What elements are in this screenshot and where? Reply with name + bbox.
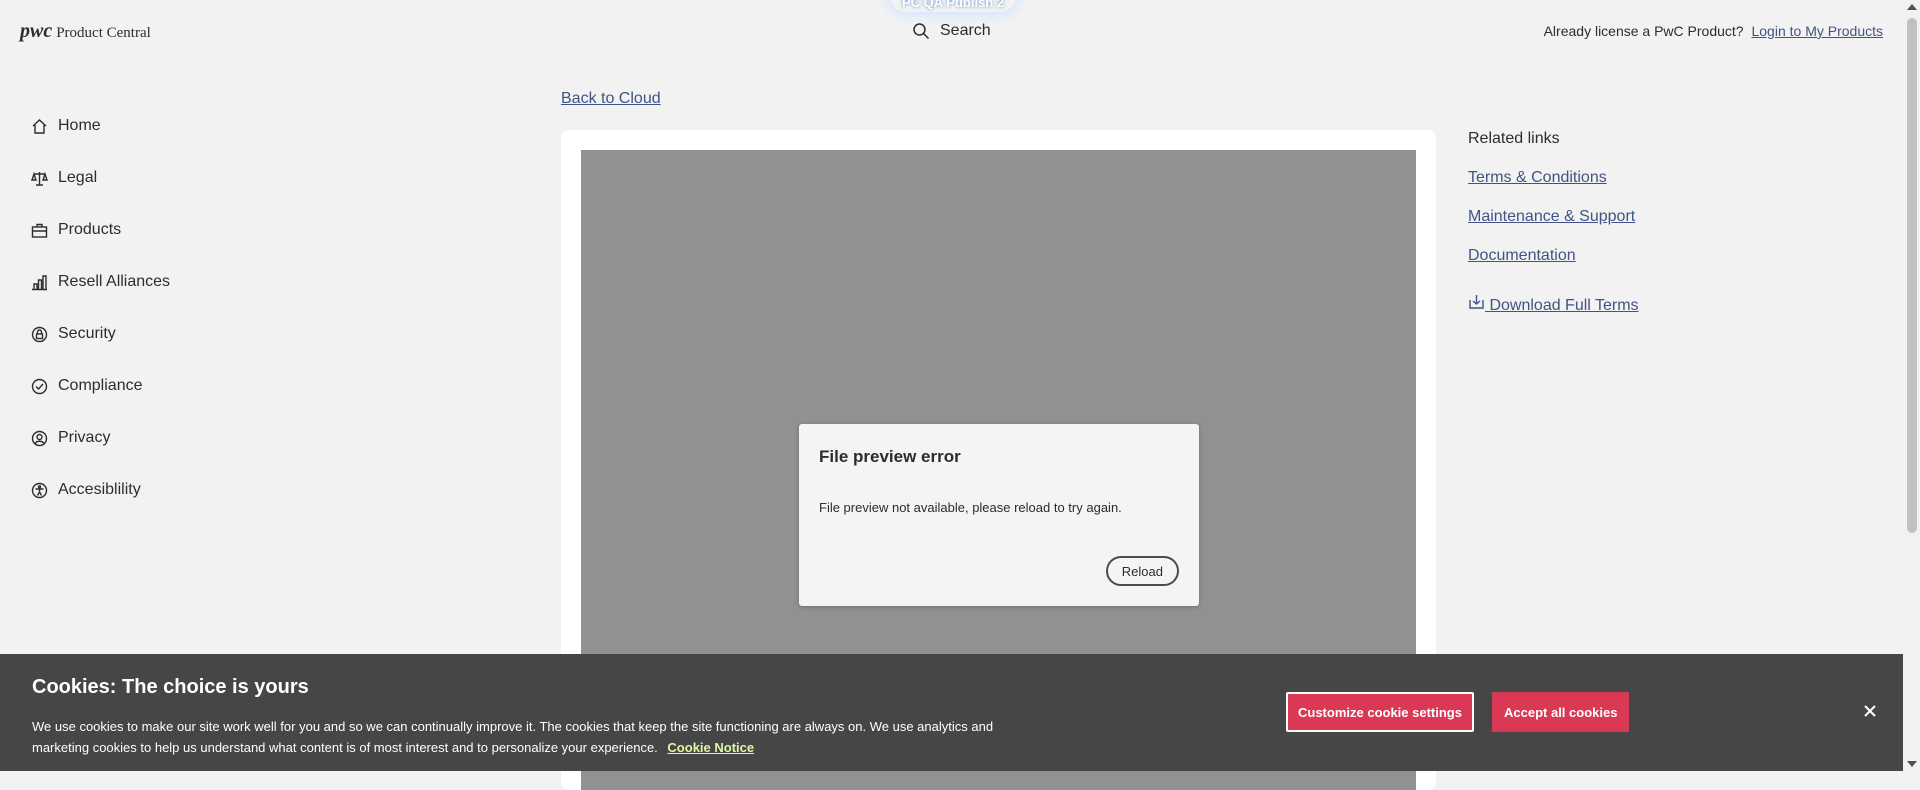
- sidebar-item-label: Compliance: [58, 377, 143, 394]
- close-cookie-banner-button[interactable]: [1863, 704, 1877, 718]
- briefcase-icon: [31, 223, 48, 238]
- environment-badge: PC QA Publish 2: [890, 0, 1017, 12]
- scales-icon: [31, 171, 48, 186]
- sidebar-item-label: Security: [58, 325, 116, 342]
- home-icon: [32, 118, 47, 134]
- sidebar-item-label: Legal: [58, 169, 98, 186]
- scroll-down-arrow[interactable]: [1907, 761, 1917, 767]
- dialog-message: File preview not available, please reloa…: [819, 500, 1122, 515]
- sidebar-item-resell-alliances[interactable]: Resell Alliances: [31, 256, 170, 308]
- related-links: Related links Terms & Conditions Mainten…: [1468, 130, 1639, 336]
- shield-icon: [31, 326, 48, 342]
- sidebar-item-label: Accesiblility: [58, 481, 141, 498]
- back-to-cloud-link[interactable]: Back to Cloud: [561, 90, 661, 108]
- reload-button[interactable]: Reload: [1105, 556, 1179, 586]
- download-full-terms-label: Download Full Terms: [1489, 297, 1639, 314]
- cookie-banner-title: Cookies: The choice is yours: [32, 676, 309, 698]
- file-preview-error-dialog: File preview error File preview not avai…: [799, 424, 1199, 606]
- download-icon: [1469, 295, 1484, 309]
- privacy-icon: [31, 430, 48, 446]
- sidebar-item-legal[interactable]: Legal: [31, 152, 170, 204]
- sidebar-item-accessibility[interactable]: Accesiblility: [31, 464, 170, 516]
- scroll-up-arrow[interactable]: [1907, 4, 1917, 10]
- sidebar-item-label: Home: [58, 117, 101, 134]
- search-button[interactable]: Search: [912, 22, 991, 40]
- sidebar-item-label: Privacy: [58, 429, 111, 446]
- terms-conditions-link[interactable]: Terms & Conditions: [1468, 169, 1639, 187]
- logo-name: Product Central: [56, 25, 151, 41]
- chart-icon: [32, 274, 47, 290]
- cookie-text-line2: marketing cookies to help us understand …: [32, 740, 658, 755]
- accessibility-icon: [31, 482, 48, 498]
- dialog-title: File preview error: [819, 447, 961, 466]
- maintenance-support-link[interactable]: Maintenance & Support: [1468, 208, 1639, 226]
- login-link[interactable]: Login to My Products: [1751, 23, 1883, 39]
- cookie-notice-link[interactable]: Cookie Notice: [667, 740, 754, 755]
- license-prompt-text: Already license a PwC Product?: [1543, 23, 1744, 39]
- logo-mark: pwc: [20, 20, 53, 42]
- cookie-banner: Cookies: The choice is yours We use cook…: [0, 654, 1903, 771]
- page-scrollbar[interactable]: [1903, 0, 1920, 771]
- download-full-terms-link[interactable]: Download Full Terms: [1468, 293, 1639, 315]
- search-icon: [913, 23, 930, 40]
- sidebar-item-security[interactable]: Security: [31, 308, 170, 360]
- sidebar-item-compliance[interactable]: Compliance: [31, 360, 170, 412]
- sidebar-item-home[interactable]: Home: [31, 100, 170, 152]
- customize-cookie-settings-button[interactable]: Customize cookie settings: [1286, 692, 1474, 732]
- sidebar-item-label: Products: [58, 221, 122, 238]
- check-circle-icon: [31, 378, 48, 394]
- cookie-banner-text: We use cookies to make our site work wel…: [32, 716, 1052, 758]
- sidebar-item-label: Resell Alliances: [58, 273, 171, 290]
- sidebar-item-products[interactable]: Products: [31, 204, 170, 256]
- related-links-heading: Related links: [1468, 130, 1560, 147]
- accept-all-cookies-button[interactable]: Accept all cookies: [1492, 692, 1630, 732]
- pwc-logo[interactable]: pwc Product Central: [20, 20, 151, 43]
- sidebar-item-privacy[interactable]: Privacy: [31, 412, 170, 464]
- documentation-link[interactable]: Documentation: [1468, 247, 1639, 265]
- scrollbar-thumb[interactable]: [1907, 18, 1917, 533]
- search-label: Search: [940, 22, 991, 39]
- sidebar-nav: Home Legal Products Resell Alliances Sec…: [31, 100, 170, 516]
- license-prompt: Already license a PwC Product? Login to …: [1544, 23, 1883, 39]
- close-icon: [1864, 705, 1876, 717]
- cookie-text-line1: We use cookies to make our site work wel…: [32, 719, 994, 734]
